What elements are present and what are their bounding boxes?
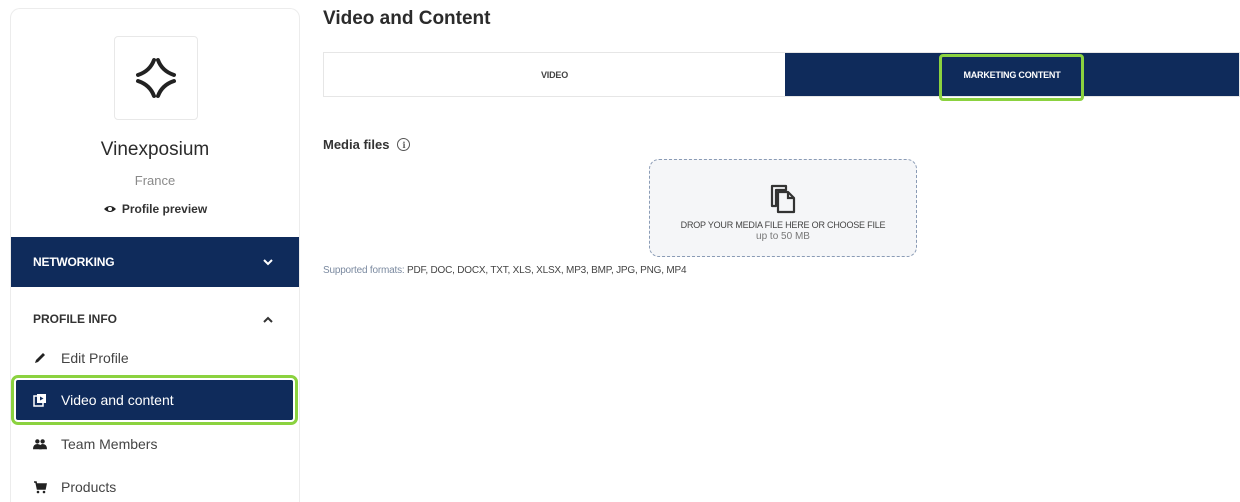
- menu-item-label: Video and content: [61, 392, 174, 408]
- nav-networking[interactable]: NETWORKING: [11, 237, 299, 287]
- org-name: Vinexposium: [100, 139, 210, 160]
- nav-profile-info-label: PROFILE INFO: [33, 312, 117, 326]
- tab-marketing-content[interactable]: MARKETING CONTENT: [785, 53, 1239, 96]
- tab-video[interactable]: VIDEO: [324, 53, 785, 96]
- media-dropzone[interactable]: DROP YOUR MEDIA FILE HERE OR CHOOSE FILE…: [649, 159, 917, 257]
- profile-preview-link[interactable]: Profile preview: [11, 202, 299, 216]
- nav-profile-info[interactable]: PROFILE INFO: [11, 297, 299, 341]
- media-files-label: Media files: [323, 137, 390, 152]
- cart-icon: [33, 480, 47, 494]
- sparkle-logo-icon: [136, 58, 176, 98]
- info-icon[interactable]: i: [397, 138, 411, 151]
- content-tabs: VIDEO MARKETING CONTENT: [323, 52, 1240, 97]
- chevron-up-icon: [263, 316, 273, 323]
- team-icon: [33, 437, 47, 451]
- menu-item-products[interactable]: Products: [11, 467, 299, 502]
- menu-item-edit-profile[interactable]: Edit Profile: [11, 338, 299, 378]
- media-library-icon: [33, 393, 47, 407]
- dropzone-size-limit: up to 50 MB: [756, 231, 810, 242]
- org-logo: [114, 36, 198, 120]
- pencil-icon: [33, 351, 47, 365]
- menu-item-label: Team Members: [61, 436, 158, 452]
- copy-file-icon: [770, 184, 796, 214]
- nav-networking-label: NETWORKING: [33, 255, 115, 269]
- org-country: France: [134, 173, 176, 188]
- menu-item-label: Edit Profile: [61, 350, 129, 366]
- supported-formats: Supported formats: PDF, DOC, DOCX, TXT, …: [323, 265, 687, 276]
- menu-item-label: Products: [61, 479, 117, 495]
- supported-formats-value: PDF, DOC, DOCX, TXT, XLS, XLSX, MP3, BMP…: [407, 265, 687, 276]
- menu-item-video-and-content[interactable]: Video and content: [11, 375, 298, 425]
- sidebar: Vinexposium France Profile preview NETWO…: [10, 8, 300, 502]
- chevron-down-icon: [263, 258, 273, 265]
- menu-item-team-members[interactable]: Team Members: [11, 424, 299, 464]
- supported-formats-label: Supported formats:: [323, 265, 405, 276]
- page-title: Video and Content: [323, 8, 491, 29]
- eye-icon: [103, 206, 116, 212]
- dropzone-instruction: DROP YOUR MEDIA FILE HERE OR CHOOSE FILE: [680, 220, 886, 230]
- media-files-heading: Media files i: [323, 137, 411, 152]
- profile-preview-label: Profile preview: [121, 202, 208, 216]
